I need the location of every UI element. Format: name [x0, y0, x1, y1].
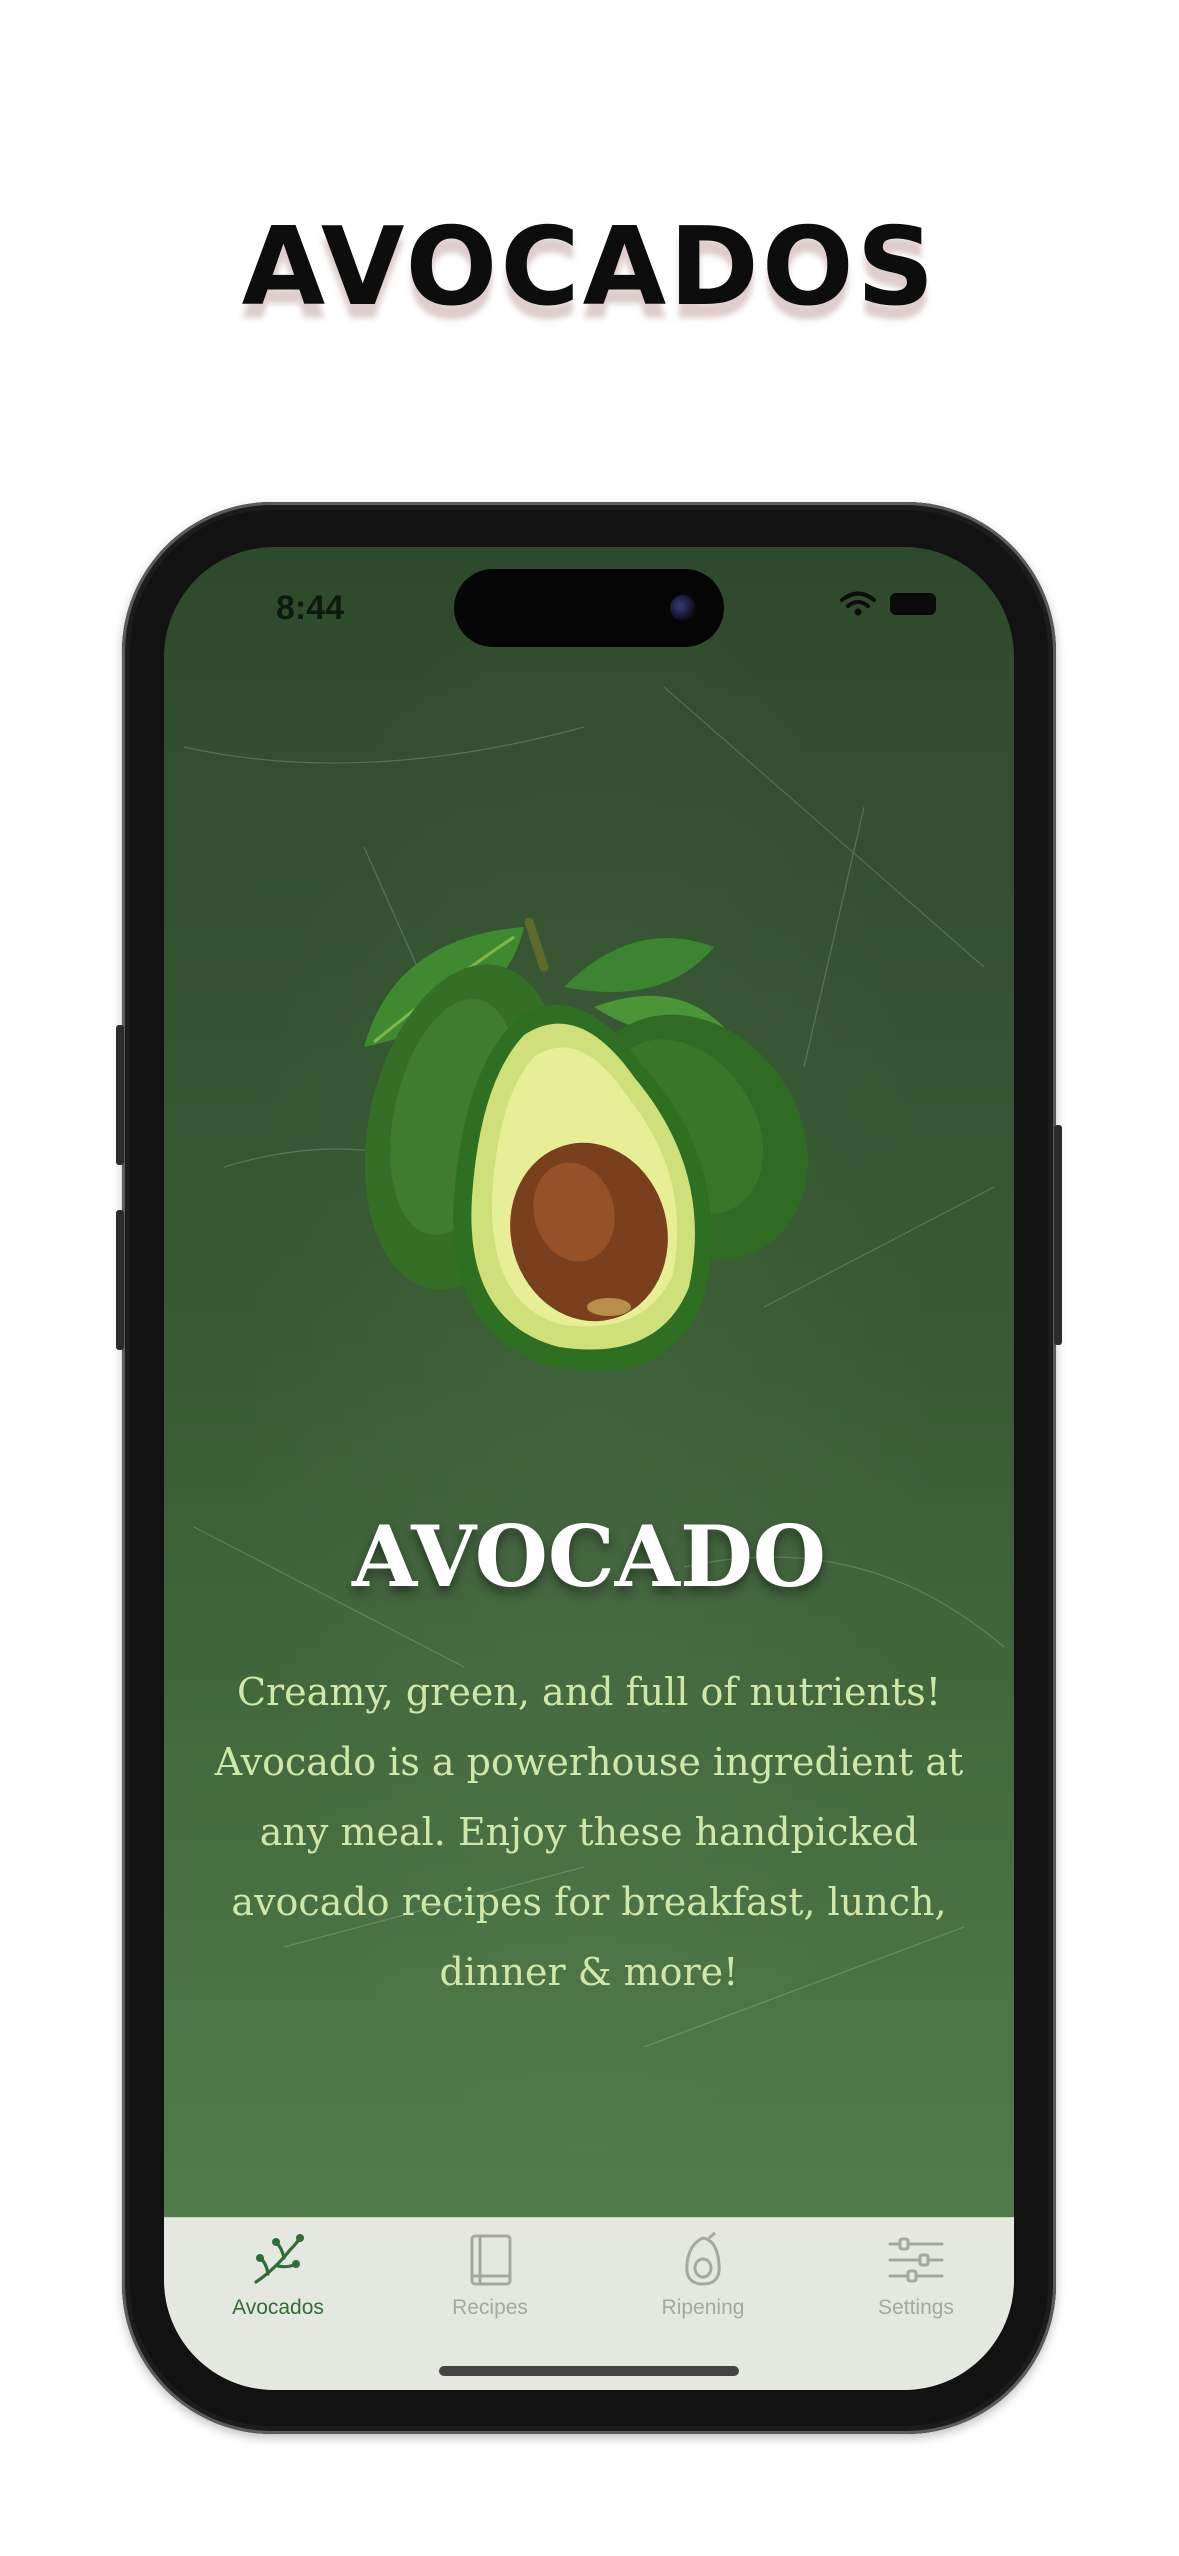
wifi-icon: [840, 591, 876, 616]
avocado-icon: [685, 2231, 721, 2286]
branch-icon: [254, 2234, 304, 2284]
camera-icon: [670, 595, 696, 621]
app-screen: 8:44 AVOCADO Creamy, green, and full of …: [164, 547, 1014, 2390]
tab-label-recipes: Recipes: [452, 2296, 528, 2319]
book-icon: [470, 2234, 512, 2286]
phone-power-button: [1054, 1125, 1062, 1345]
tab-settings[interactable]: Settings: [816, 2230, 1014, 2340]
tab-recipes[interactable]: Recipes: [390, 2230, 590, 2340]
status-time: 8:44: [276, 589, 345, 627]
sliders-icon: [888, 2237, 944, 2283]
avocado-image: [364, 917, 808, 1371]
dynamic-island: [454, 569, 724, 647]
hero-heading: AVOCADO: [352, 1507, 826, 1606]
tab-bar: Avocados Recipes Ripening Settings: [164, 2217, 1014, 2390]
hero-description: Creamy, green, and full of nutrients! Av…: [214, 1670, 964, 1994]
tab-avocados[interactable]: Avocados: [178, 2230, 378, 2340]
tab-ripening[interactable]: Ripening: [603, 2230, 803, 2340]
phone-volume-button: [116, 1210, 124, 1350]
tab-label-ripening: Ripening: [661, 2296, 745, 2319]
phone-action-button: [116, 1025, 124, 1165]
battery-icon: [890, 593, 936, 615]
texture-overlay: [183, 686, 1005, 2048]
tab-label-avocados: Avocados: [232, 2296, 324, 2319]
home-indicator[interactable]: [439, 2366, 739, 2376]
status-icons: [840, 591, 936, 617]
promo-title: AVOCADOS: [241, 205, 938, 330]
tab-label-settings: Settings: [878, 2296, 954, 2319]
